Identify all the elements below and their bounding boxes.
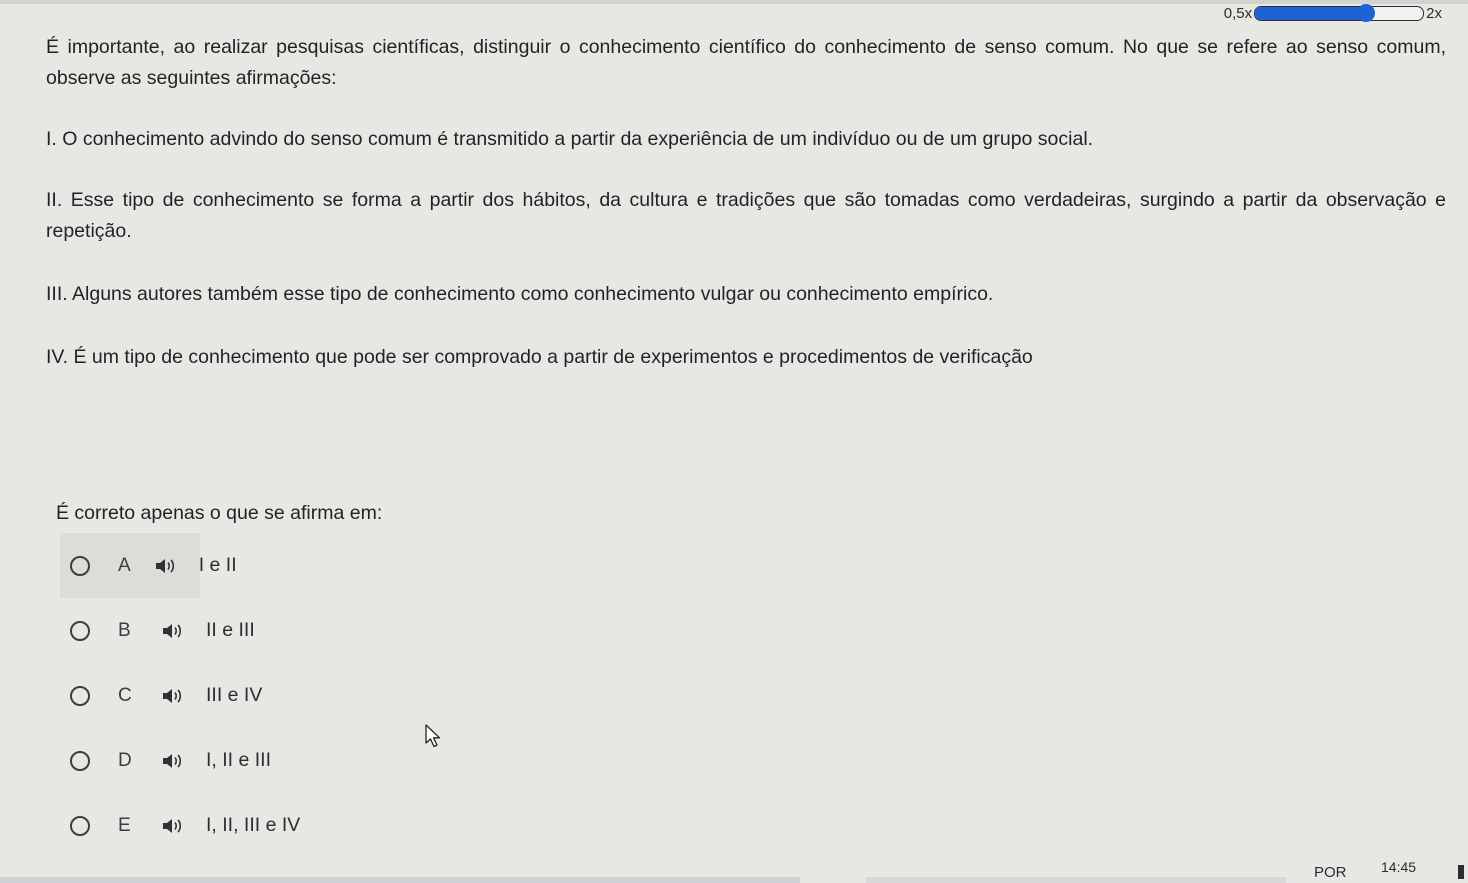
- question-body: É importante, ao realizar pesquisas cien…: [46, 32, 1446, 373]
- taskbar: POR 14:45: [0, 855, 1468, 883]
- option-text: I e II: [198, 554, 237, 576]
- option-d[interactable]: D I, II e III: [60, 728, 400, 793]
- taskbar-clock[interactable]: 14:45: [1381, 859, 1416, 875]
- option-letter: E: [118, 814, 131, 836]
- radio-button[interactable]: [70, 620, 90, 641]
- option-text: I, II e III: [206, 749, 272, 771]
- language-indicator[interactable]: POR: [1314, 864, 1347, 881]
- taskbar-strip-right: [866, 877, 1286, 883]
- speed-slider-fill: [1255, 6, 1367, 20]
- radio-button[interactable]: [70, 815, 90, 836]
- option-c[interactable]: C III e IV: [60, 663, 400, 728]
- option-text: III e IV: [206, 684, 263, 706]
- show-desktop-button[interactable]: [1458, 865, 1464, 879]
- radio-button[interactable]: [70, 750, 90, 771]
- statement-1: I. O conhecimento advindo do senso comum…: [46, 128, 1094, 150]
- question-prompt: É correto apenas o que se afirma em:: [56, 501, 383, 524]
- speed-slider[interactable]: [1254, 4, 1425, 22]
- radio-button[interactable]: [70, 555, 90, 576]
- option-text: I, II, III e IV: [206, 814, 301, 836]
- speaker-icon[interactable]: [162, 753, 184, 769]
- speed-max-label: 2x: [1426, 4, 1442, 22]
- statement-2: II. Esse tipo de conhecimento se forma a…: [46, 189, 1446, 242]
- playback-speed-control: 0,5x 2x: [1224, 4, 1442, 22]
- taskbar-strip: [0, 877, 800, 883]
- speaker-icon[interactable]: [162, 818, 184, 834]
- speed-min-label: 0,5x: [1223, 4, 1253, 22]
- option-letter: A: [118, 554, 131, 576]
- option-e[interactable]: E I, II, III e IV: [60, 793, 400, 858]
- question-intro: É importante, ao realizar pesquisas cien…: [46, 36, 1446, 89]
- statement-4: IV. É um tipo de conhecimento que pode s…: [46, 346, 1033, 368]
- option-letter: B: [118, 619, 131, 641]
- option-b[interactable]: B II e III: [60, 598, 400, 663]
- mouse-cursor-icon: [425, 724, 441, 748]
- speaker-icon[interactable]: [155, 558, 177, 574]
- statement-3: III. Alguns autores também esse tipo de …: [46, 283, 994, 305]
- option-text: II e III: [206, 619, 255, 641]
- speed-slider-thumb[interactable]: [1357, 4, 1376, 22]
- option-letter: C: [118, 684, 132, 706]
- speed-slider-track[interactable]: [1254, 5, 1425, 21]
- speaker-icon[interactable]: [162, 623, 184, 639]
- speaker-icon[interactable]: [162, 688, 184, 704]
- option-a[interactable]: A I e II: [60, 533, 237, 598]
- answer-options: A I e II B II e III C III e IV D I, II e…: [60, 533, 400, 858]
- option-letter: D: [118, 749, 132, 771]
- radio-button[interactable]: [70, 685, 90, 706]
